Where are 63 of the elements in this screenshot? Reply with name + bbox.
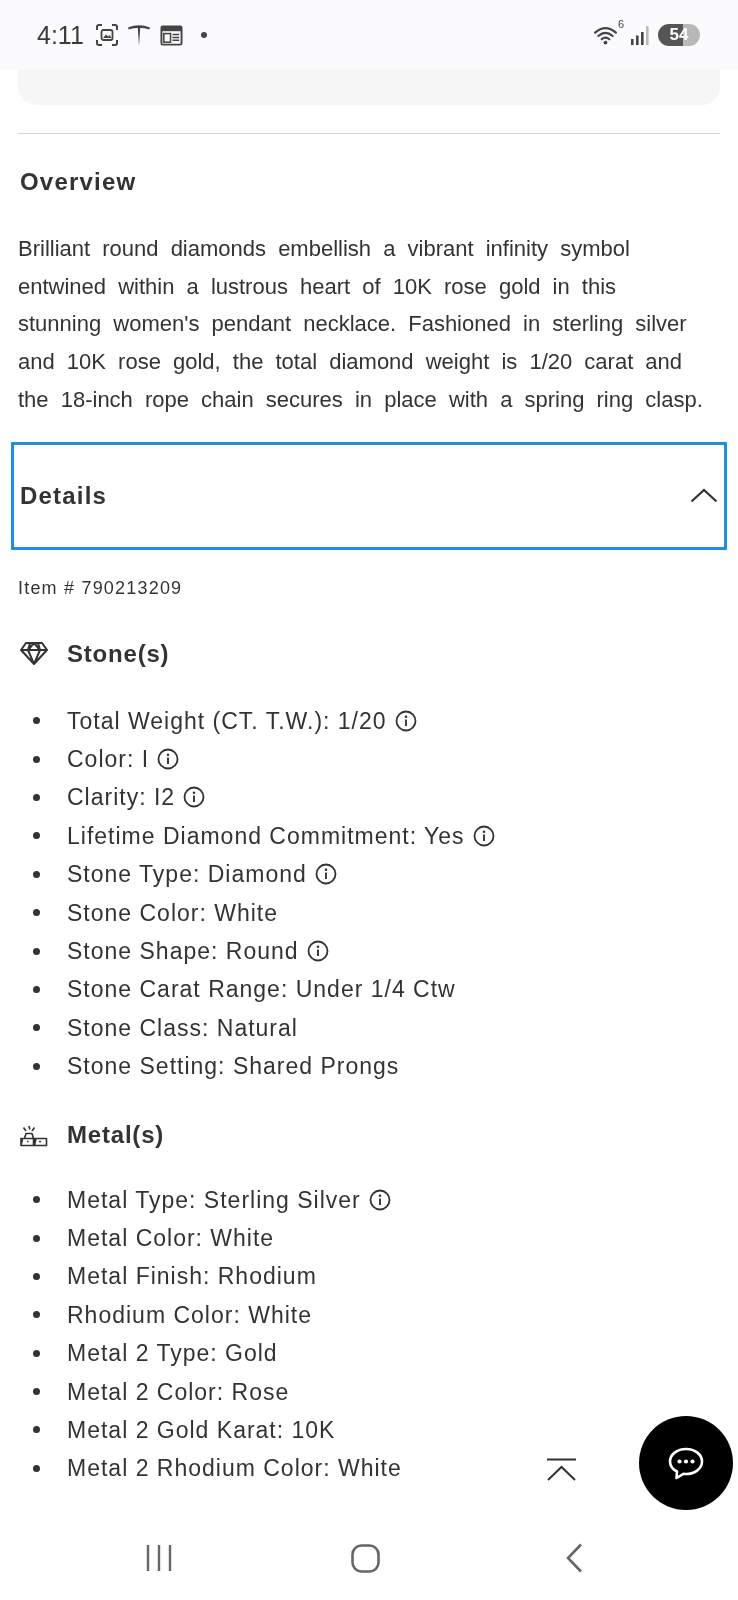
bullet-icon bbox=[33, 1464, 40, 1472]
bullet-icon bbox=[33, 1062, 40, 1070]
back-icon[interactable] bbox=[566, 1543, 583, 1573]
detail-text: Stone Type: Diamond bbox=[67, 860, 307, 890]
bullet-icon bbox=[33, 755, 40, 763]
bullet-icon bbox=[33, 1196, 40, 1204]
info-icon[interactable] bbox=[306, 940, 329, 963]
overview-text: Brilliant round diamonds embellish a vibrant infinity symbol entwined within a lustrous heart of 10K rose gold in this stunning women's pendant necklace. Fashioned in sterling silver and 10K rose gold, the total diamond weight is 1/20 carat and the 18-inch rope chain secures in place with a spring ring clasp. bbox=[18, 235, 704, 414]
bullet-icon bbox=[33, 909, 40, 917]
section-heading: Metal(s) bbox=[67, 1120, 165, 1151]
calendar-icon bbox=[159, 23, 183, 47]
detail-text: Metal 2 Gold Karat: 10K bbox=[67, 1415, 336, 1445]
bullet-icon bbox=[33, 985, 40, 993]
details-accordion-header[interactable]: Details bbox=[11, 441, 727, 550]
detail-text: Metal 2 Color: Rose bbox=[67, 1377, 290, 1407]
detail-text: Metal 2 Type: Gold bbox=[67, 1339, 278, 1369]
bullet-icon bbox=[33, 794, 40, 801]
diamond-icon bbox=[20, 641, 48, 666]
status-time: 4:11 bbox=[37, 20, 84, 50]
wifi-icon bbox=[593, 25, 617, 45]
detail-text: Stone Class: Natural bbox=[67, 1013, 298, 1043]
bullet-icon bbox=[33, 832, 40, 840]
screenshot-icon bbox=[94, 23, 119, 47]
info-icon[interactable] bbox=[314, 863, 337, 886]
bullet-icon bbox=[33, 1311, 40, 1319]
chevron-up-icon[interactable] bbox=[690, 488, 718, 503]
section-heading: Stone(s) bbox=[67, 638, 170, 669]
info-icon[interactable] bbox=[472, 824, 495, 847]
detail-text: Metal Finish: Rhodium bbox=[67, 1262, 317, 1292]
detail-text: Metal Type: Sterling Silver bbox=[67, 1185, 361, 1215]
detail-text: Clarity: I2 bbox=[67, 783, 176, 813]
bullet-icon bbox=[33, 1234, 40, 1242]
detail-text: Metal 2 Rhodium Color: White bbox=[67, 1454, 402, 1484]
detail-text: Stone Color: White bbox=[67, 898, 279, 928]
recent-apps-icon[interactable] bbox=[146, 1544, 172, 1572]
notification-dot-icon bbox=[200, 32, 207, 38]
bullet-icon bbox=[33, 1388, 40, 1396]
detail-text: Lifetime Diamond Commitment: Yes bbox=[67, 821, 465, 851]
bullet-icon bbox=[33, 870, 40, 878]
detail-text: Stone Carat Range: Under 1/4 Ctw bbox=[67, 975, 456, 1005]
bullet-icon bbox=[33, 1024, 40, 1032]
info-icon[interactable] bbox=[394, 709, 417, 732]
signal-icon bbox=[630, 24, 650, 46]
bullet-icon bbox=[33, 947, 40, 955]
detail-text: Stone Shape: Round bbox=[67, 937, 299, 967]
chat-bubble-icon bbox=[667, 1445, 705, 1481]
info-icon[interactable] bbox=[368, 1188, 391, 1211]
section-heading: Overview bbox=[20, 168, 138, 196]
home-icon[interactable] bbox=[351, 1544, 380, 1573]
detail-text: Rhodium Color: White bbox=[67, 1300, 312, 1330]
detail-text: Total Weight (CT. T.W.): 1/20 bbox=[67, 706, 387, 736]
bullet-icon bbox=[33, 1426, 40, 1434]
back-to-top-icon[interactable] bbox=[546, 1458, 577, 1482]
detail-text: Color: I bbox=[67, 745, 150, 775]
bullet-icon bbox=[33, 1272, 40, 1280]
info-icon[interactable] bbox=[183, 786, 206, 809]
bullet-icon bbox=[33, 717, 40, 725]
detail-text: Metal Color: White bbox=[67, 1224, 275, 1253]
bullet-icon bbox=[33, 1349, 40, 1357]
detail-text: Stone Setting: Shared Prongs bbox=[67, 1052, 400, 1082]
info-icon[interactable] bbox=[157, 748, 180, 771]
wifi-standard-label: 6 bbox=[617, 18, 624, 30]
item-number: Item # 790213209 bbox=[18, 576, 184, 600]
